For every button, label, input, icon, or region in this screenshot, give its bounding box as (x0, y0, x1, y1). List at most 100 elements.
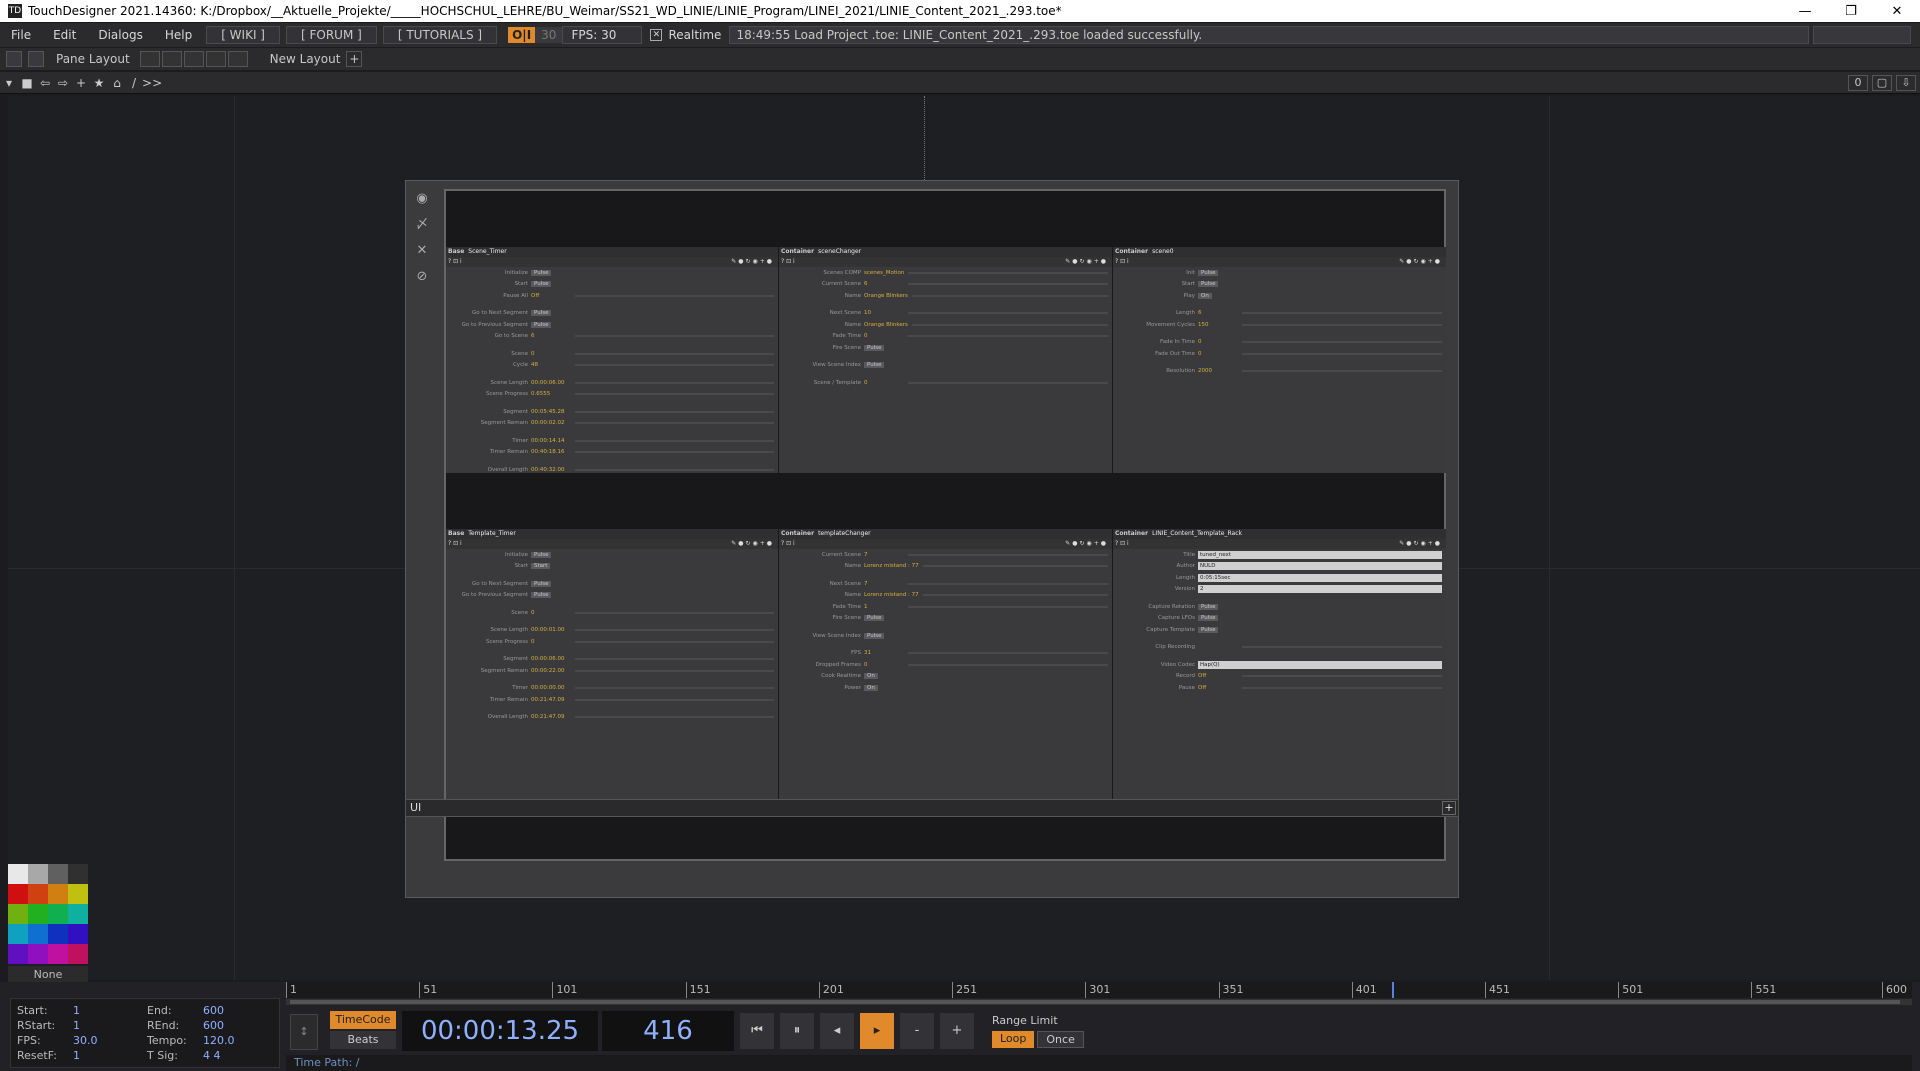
palette-swatch[interactable] (68, 924, 88, 944)
close-button[interactable]: ✕ (1874, 4, 1920, 19)
param-field[interactable]: 0:05:15sec (1198, 573, 1442, 582)
param-slider[interactable] (575, 294, 774, 297)
menu-file[interactable]: File (0, 28, 42, 42)
param-button[interactable]: Pulse (1198, 281, 1219, 288)
param-value[interactable]: 0.6555 (531, 391, 571, 397)
param-slider[interactable] (575, 629, 774, 632)
param-value[interactable]: 6 (531, 333, 571, 339)
comp-add-icon[interactable]: + (1442, 801, 1456, 815)
section-tool-icons[interactable]: ✎●↻◉+● (1399, 257, 1446, 267)
param-slider[interactable] (575, 468, 774, 471)
param-button[interactable]: Pulse (1198, 626, 1219, 633)
section-tool-icons[interactable]: ✎●↻◉+● (731, 257, 778, 267)
pause-icon[interactable]: ⏸ (780, 1013, 814, 1049)
pane-network-icon[interactable] (28, 51, 44, 67)
param-value[interactable]: 7 (864, 552, 904, 558)
param-value[interactable]: 00:40:18.16 (531, 449, 571, 455)
param-button[interactable]: Pulse (531, 281, 552, 288)
play-forward-icon[interactable]: ▸ (860, 1013, 894, 1049)
layout-split-h-icon[interactable] (183, 51, 204, 67)
param-button[interactable]: Pulse (864, 632, 885, 639)
param-button[interactable]: On (864, 673, 878, 680)
comp-name-field[interactable]: UI + (405, 799, 1459, 817)
wiki-button[interactable]: [ WIKI ] (206, 26, 280, 44)
menu-edit[interactable]: Edit (42, 28, 87, 42)
param-slider[interactable] (575, 658, 774, 661)
param-value[interactable]: 0 (531, 639, 571, 645)
rewind-icon[interactable]: ⏮ (740, 1013, 774, 1049)
param-slider[interactable] (1242, 646, 1442, 649)
param-slider[interactable] (908, 582, 1108, 585)
param-slider[interactable] (908, 605, 1108, 608)
param-button[interactable]: Pulse (531, 310, 552, 317)
param-slider[interactable] (575, 611, 774, 614)
param-slider[interactable] (575, 381, 774, 384)
param-button[interactable]: Pulse (864, 362, 885, 369)
minimize-button[interactable]: — (1782, 4, 1828, 19)
param-value[interactable]: 48 (531, 362, 571, 368)
param-field[interactable]: tuned_next (1198, 550, 1442, 559)
network-path[interactable]: / (132, 76, 136, 90)
palette-swatch[interactable] (28, 904, 48, 924)
help-icon[interactable]: ? ⊡ i (448, 257, 462, 267)
param-slider[interactable] (575, 335, 774, 338)
param-value[interactable]: scenes_Motion (864, 270, 904, 276)
param-value[interactable]: 00:00:01.00 (531, 627, 571, 633)
param-button[interactable]: On (1198, 292, 1212, 299)
palette-swatch[interactable] (28, 944, 48, 964)
help-icon[interactable]: ? ⊡ i (448, 539, 462, 549)
param-slider[interactable] (1242, 675, 1442, 678)
palette-swatch[interactable] (48, 924, 68, 944)
palette-swatch[interactable] (8, 864, 28, 884)
playhead-cursor[interactable] (1391, 982, 1394, 998)
param-slider[interactable] (908, 663, 1108, 666)
param-button[interactable]: Pulse (531, 592, 552, 599)
param-value[interactable]: Off (1198, 673, 1238, 679)
new-layout-add-button[interactable]: + (346, 51, 363, 67)
param-field[interactable]: Hap(Q) (1198, 660, 1442, 669)
param-slider[interactable] (1242, 686, 1442, 689)
param-value[interactable]: 00:00:14.14 (531, 438, 571, 444)
frame-display[interactable]: 416 (602, 1011, 734, 1051)
realtime-checkbox[interactable]: ✕ (650, 29, 663, 41)
param-slider[interactable] (908, 553, 1108, 556)
param-value[interactable]: 00:05:45.28 (531, 409, 571, 415)
param-slider[interactable] (1242, 323, 1442, 326)
param-button[interactable]: Pulse (531, 580, 552, 587)
viewer-draw-icon[interactable]: 〆 (414, 217, 430, 233)
pane-down-icon[interactable]: ⇩ (1896, 74, 1916, 91)
param-value[interactable]: 0 (864, 662, 904, 668)
param-value[interactable]: 00:21:47.09 (531, 714, 571, 720)
section-tool-icons[interactable]: ✎●↻◉+● (1065, 539, 1112, 549)
param-value[interactable]: 00:00:22.00 (531, 668, 571, 674)
param-button[interactable]: Pulse (1198, 603, 1219, 610)
param-slider[interactable] (575, 410, 774, 413)
param-value[interactable]: 0 (864, 380, 904, 386)
viewer-close-icon[interactable]: ✕ (414, 243, 430, 259)
param-slider[interactable] (908, 335, 1108, 338)
help-icon[interactable]: ? ⊡ i (1115, 539, 1129, 549)
param-slider[interactable] (575, 422, 774, 425)
back-icon[interactable]: ⇦ (36, 76, 54, 90)
play-reverse-icon[interactable]: ◂ (820, 1013, 854, 1049)
param-slider[interactable] (575, 352, 774, 355)
param-value[interactable]: Orange Blinkers (864, 293, 908, 299)
param-slider[interactable] (1242, 341, 1442, 344)
param-value[interactable]: Lorenz mistand : 77 (864, 592, 919, 598)
layout-split-v-icon[interactable] (161, 51, 182, 67)
palette-swatch[interactable] (8, 884, 28, 904)
param-slider[interactable] (575, 393, 774, 396)
help-icon[interactable]: ? ⊡ i (781, 539, 795, 549)
palette-swatch[interactable] (68, 884, 88, 904)
add-icon[interactable]: + (72, 76, 90, 90)
layout-quad-icon[interactable] (227, 51, 248, 67)
palette-swatch[interactable] (48, 884, 68, 904)
timeline-ruler[interactable]: 1 51 101 151 201 251 301 351 401 451 501 551 600 (286, 982, 1912, 998)
timeline-scroll-thumb[interactable] (290, 1000, 1900, 1004)
home-icon[interactable]: ⌂ (108, 76, 126, 90)
network-editor[interactable]: ◉ 〆 ✕ ⊘ Base Scene_Timer? ⊡ i ✎●↻◉+● Initia… (8, 96, 1920, 980)
palette-swatch[interactable] (8, 924, 28, 944)
param-value[interactable]: 0 (531, 351, 571, 357)
pane-image-icon[interactable] (6, 51, 22, 67)
param-value[interactable]: 00:00:06.00 (531, 656, 571, 662)
